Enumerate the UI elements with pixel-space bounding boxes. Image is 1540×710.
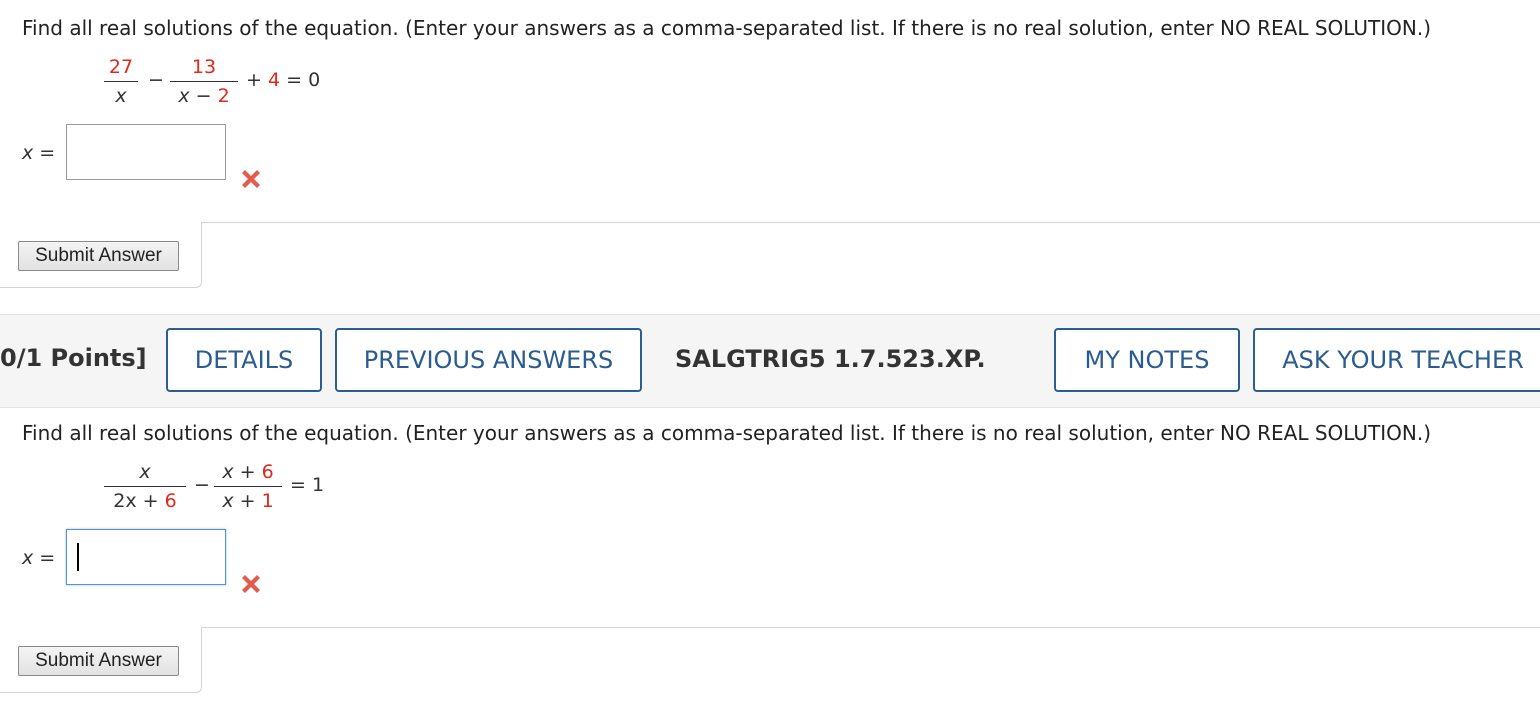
problem1-prompt: Find all real solutions of the equation.…	[22, 16, 1432, 40]
fraction-x-plus-6-over-x-plus-1: x + 6 x + 1	[214, 461, 282, 512]
fraction-x-over-2x-plus-6: x 2x + 6	[104, 461, 186, 512]
details-button[interactable]: DETAILS	[166, 328, 322, 392]
problem1-answer-label: x =	[22, 142, 56, 164]
problem2-answer-label: x =	[22, 547, 56, 569]
problem2-answer-input[interactable]	[66, 529, 226, 585]
problem2-prompt: Find all real solutions of the equation.…	[22, 421, 1432, 445]
incorrect-x-icon	[242, 575, 260, 593]
problem1-answer-input[interactable]	[66, 124, 226, 180]
problem1-divider	[0, 222, 1540, 288]
previous-answers-button[interactable]: PREVIOUS ANSWERS	[335, 328, 642, 392]
fraction-27-over-x: 27 x	[104, 56, 138, 107]
ask-your-teacher-button[interactable]: ASK YOUR TEACHER	[1253, 328, 1540, 392]
points-label: 0/1 Points]	[0, 344, 147, 372]
question-code: SALGTRIG5 1.7.523.XP.	[675, 345, 986, 373]
fraction-13-over-x-minus-2: 13 x − 2	[170, 56, 238, 107]
problem2-submit-button[interactable]: Submit Answer	[18, 646, 179, 676]
text-caret	[77, 543, 79, 571]
incorrect-x-icon	[242, 170, 260, 188]
my-notes-button[interactable]: MY NOTES	[1054, 328, 1240, 392]
problem2-divider	[0, 627, 1540, 693]
problem1-submit-button[interactable]: Submit Answer	[18, 241, 179, 271]
